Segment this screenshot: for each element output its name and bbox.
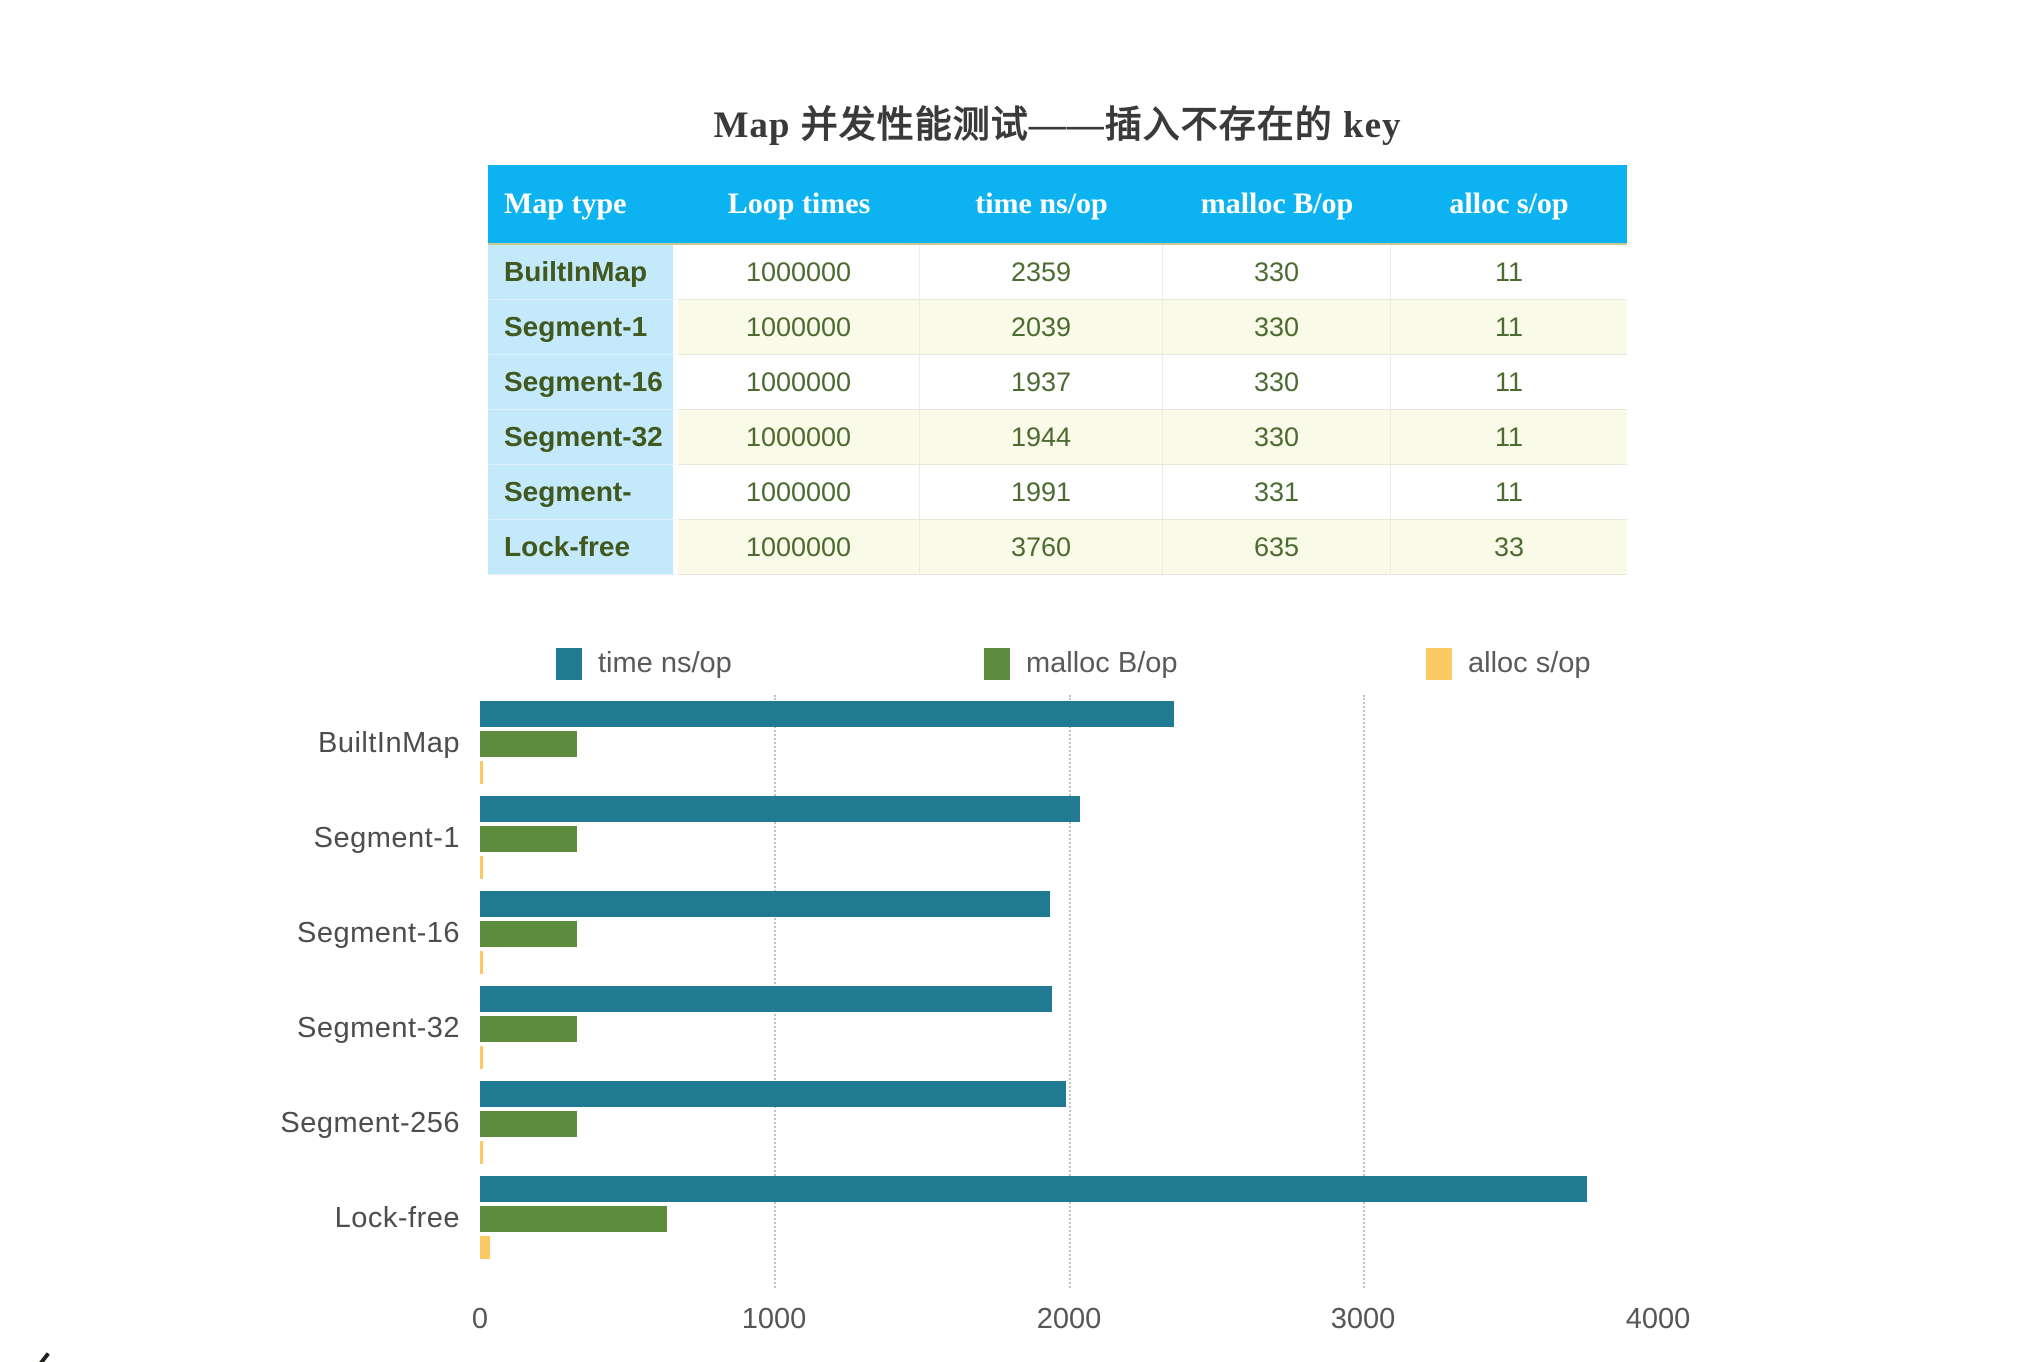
value-cell: 2359 [920,245,1163,300]
axis-tick-label: 0 [400,1303,560,1336]
category-label: Segment-16 [60,913,460,953]
bar-malloc [480,731,577,757]
table-header-cell: alloc s/op [1391,165,1627,243]
row-label-cell: Segment-256 [488,465,678,520]
table-header-cell: Loop times [678,165,920,243]
corner-artifact-mark [38,1352,50,1362]
value-cell: 11 [1391,300,1627,355]
value-cell: 330 [1163,410,1391,465]
legend-item: malloc B/op [984,646,1244,680]
value-cell: 330 [1163,245,1391,300]
value-cell: 1000000 [678,520,920,575]
row-label-cell: Segment-1 [488,300,678,355]
legend-item: time ns/op [556,646,816,680]
bar-malloc [480,921,577,947]
value-cell: 3760 [920,520,1163,575]
category-label: Segment-32 [60,1008,460,1048]
value-cell: 1000000 [678,300,920,355]
row-label-cell: Segment-32 [488,410,678,465]
value-cell: 1000000 [678,465,920,520]
bar-time [480,701,1174,727]
bar-malloc [480,1111,577,1137]
value-cell: 330 [1163,355,1391,410]
value-cell: 33 [1391,520,1627,575]
value-cell: 11 [1391,245,1627,300]
category-label: BuiltInMap [60,723,460,763]
table-row: Segment-321000000194433011 [488,410,1627,465]
row-label-cell: BuiltInMap [488,245,678,300]
bar-alloc [480,1141,483,1164]
value-cell: 1000000 [678,410,920,465]
value-cell: 11 [1391,465,1627,520]
axis-tick-label: 1000 [694,1303,854,1336]
value-cell: 11 [1391,410,1627,465]
table-header-cell: Map type [488,165,678,243]
value-cell: 1000000 [678,355,920,410]
table-header-cell: malloc B/op [1163,165,1391,243]
value-cell: 2039 [920,300,1163,355]
bar-malloc [480,1016,577,1042]
page: Map 并发性能测试——插入不存在的 key Map typeLoop time… [0,0,2043,1362]
value-cell: 331 [1163,465,1391,520]
table-body: BuiltInMap1000000235933011Segment-110000… [488,245,1627,575]
bar-malloc [480,1206,667,1232]
bar-time [480,796,1080,822]
value-cell: 1937 [920,355,1163,410]
bar-alloc [480,856,483,879]
legend-label: alloc s/op [1468,646,1591,680]
category-label: Lock-free [60,1198,460,1238]
axis-tick-label: 2000 [989,1303,1149,1336]
legend-label: malloc B/op [1026,646,1178,680]
table-row: Segment-11000000203933011 [488,300,1627,355]
bar-time [480,986,1052,1012]
row-label-cell: Lock-free [488,520,678,575]
legend-swatch [1426,648,1452,680]
value-cell: 330 [1163,300,1391,355]
bar-time [480,1176,1587,1202]
bar-malloc [480,826,577,852]
bar-time [480,1081,1066,1107]
value-cell: 635 [1163,520,1391,575]
page-title: Map 并发性能测试——插入不存在的 key [488,94,1627,148]
performance-table: Map typeLoop timestime ns/opmalloc B/opa… [488,165,1627,575]
legend-item: alloc s/op [1426,646,1686,680]
table-row: Lock-free1000000376063533 [488,520,1627,575]
category-label: Segment-256 [60,1103,460,1143]
row-label-cell: Segment-16 [488,355,678,410]
legend-swatch [984,648,1010,680]
bar-time [480,891,1050,917]
legend-swatch [556,648,582,680]
value-cell: 11 [1391,355,1627,410]
bar-alloc [480,1046,483,1069]
table-row: Segment-161000000193733011 [488,355,1627,410]
value-cell: 1000000 [678,245,920,300]
category-label: Segment-1 [60,818,460,858]
bar-alloc [480,951,483,974]
bar-alloc [480,1236,490,1259]
value-cell: 1991 [920,465,1163,520]
axis-tick-label: 3000 [1283,1303,1443,1336]
table-header-row: Map typeLoop timestime ns/opmalloc B/opa… [488,165,1627,245]
bar-alloc [480,761,483,784]
legend-label: time ns/op [598,646,732,680]
value-cell: 1944 [920,410,1163,465]
table-header-cell: time ns/op [920,165,1163,243]
table-row: BuiltInMap1000000235933011 [488,245,1627,300]
axis-tick-label: 4000 [1578,1303,1738,1336]
table-row: Segment-2561000000199133111 [488,465,1627,520]
